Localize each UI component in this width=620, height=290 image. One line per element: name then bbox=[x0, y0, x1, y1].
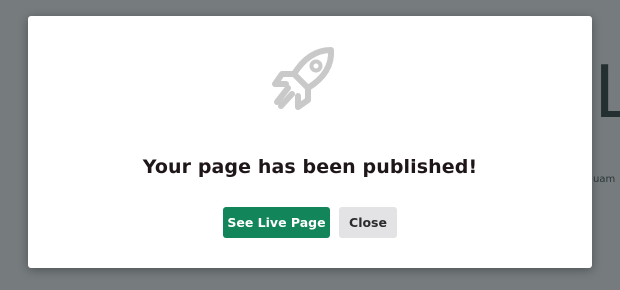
rocket-icon bbox=[272, 47, 335, 110]
see-live-page-button[interactable]: See Live Page bbox=[223, 207, 330, 238]
publish-success-dialog: Your page has been published! See Live P… bbox=[28, 16, 592, 268]
close-button[interactable]: Close bbox=[339, 207, 397, 238]
dialog-title: Your page has been published! bbox=[142, 156, 478, 178]
